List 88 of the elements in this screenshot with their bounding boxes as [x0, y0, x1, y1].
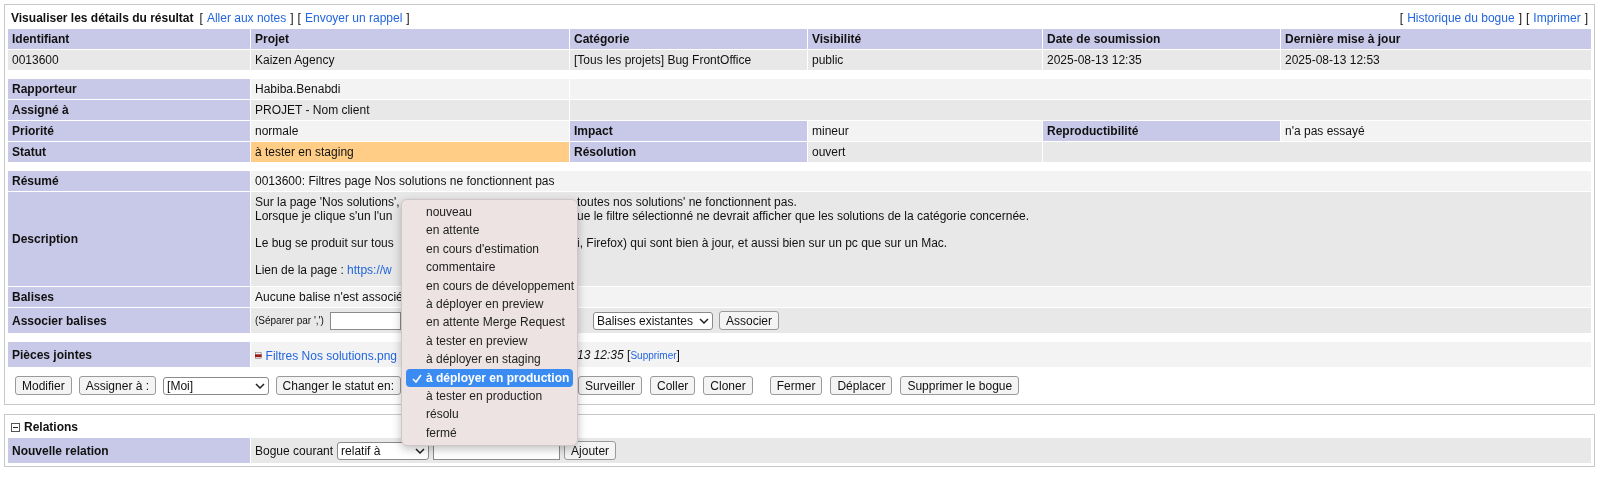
- field-label: Reproductibilité: [1043, 121, 1280, 141]
- menu-option[interactable]: en attente: [406, 221, 573, 240]
- field-label: Impact: [570, 121, 807, 141]
- description-text: Le bug se produit sur tous: [255, 236, 395, 250]
- bracket-text: ]: [1518, 10, 1522, 25]
- associate-button[interactable]: Associer: [719, 311, 779, 330]
- action-button[interactable]: Supprimer le bogue: [900, 376, 1020, 395]
- menu-option[interactable]: résolu: [406, 405, 573, 424]
- bracket-text: [: [297, 10, 301, 25]
- field-label: Priorité: [8, 121, 250, 141]
- menu-option[interactable]: à tester en preview: [406, 331, 573, 351]
- field-label: Pièces jointes: [8, 342, 250, 367]
- menu-option[interactable]: à tester en production: [406, 386, 573, 406]
- field-value: mineur: [808, 121, 1042, 141]
- page-link[interactable]: Envoyer un rappel: [304, 10, 403, 25]
- field-label: Statut: [8, 142, 250, 162]
- action-button[interactable]: Assigner à :: [78, 376, 157, 395]
- page-title: Visualiser les détails du résultat: [11, 10, 194, 25]
- bracket-text: [: [199, 10, 203, 25]
- description-text: toutes nos solutions' ne fonctionnent pas.: [577, 195, 798, 209]
- menu-option[interactable]: fermé: [406, 423, 573, 443]
- attachment-link[interactable]: Filtres Nos solutions.png: [265, 348, 397, 363]
- section-title: Relations: [24, 420, 78, 434]
- field-label: Assigné à: [8, 100, 250, 120]
- table-cell: public: [808, 50, 1042, 70]
- menu-option[interactable]: en attente Merge Request: [406, 313, 573, 332]
- action-button[interactable]: Fermer: [769, 376, 823, 395]
- summary-text: 0013600: Filtres page Nos solutions ne fonctionnent pas: [251, 171, 1591, 191]
- table-cell: 0013600: [8, 50, 250, 70]
- action-button[interactable]: Cloner: [703, 376, 753, 395]
- table-cell: 2025-08-13 12:35: [1043, 50, 1280, 70]
- column-header: Identifiant: [8, 29, 250, 49]
- table-cell: [Tous les projets] Bug FrontOffice: [570, 50, 807, 70]
- field-value: n'a pas essayé: [1281, 121, 1591, 141]
- field-value: normale: [251, 121, 569, 141]
- bracket-text: [: [627, 348, 631, 362]
- bracket-text: ]: [290, 10, 294, 25]
- field-label: Nouvelle relation: [8, 438, 250, 463]
- field-value: à tester en staging: [251, 142, 569, 162]
- column-header: Visibilité: [808, 29, 1042, 49]
- assignee-select[interactable]: [Moi]: [163, 376, 269, 395]
- bracket-text: [: [1399, 10, 1404, 25]
- field-value: ouvert: [808, 142, 1042, 162]
- field-value: PROJET - Nom client: [251, 100, 569, 120]
- bracket-text: ]: [1584, 10, 1588, 25]
- menu-option[interactable]: à déployer en preview: [406, 294, 573, 314]
- field-value: Habiba.Benabdi: [251, 79, 569, 99]
- column-header: Date de soumission: [1043, 29, 1280, 49]
- field-label: Résolution: [570, 142, 807, 162]
- menu-option[interactable]: en cours d'estimation: [406, 239, 573, 259]
- description-text: Lorsque je clique s'un l'un: [255, 209, 394, 223]
- menu-option[interactable]: à déployer en staging: [406, 350, 573, 369]
- description-text: ue le filtre sélectionné ne devrait afficher que les solutions de la catégorie concernée.: [577, 209, 1031, 223]
- action-button[interactable]: Déplacer: [830, 376, 893, 395]
- bracket-text: [: [1525, 10, 1530, 25]
- bracket-text: ]: [676, 348, 680, 362]
- page-link[interactable]: Aller aux notes: [206, 10, 287, 25]
- description-text: Lien de la page :: [255, 263, 344, 277]
- field-label: Balises: [8, 287, 250, 307]
- relation-select[interactable]: relatif à: [337, 441, 430, 460]
- menu-option[interactable]: commentaire: [406, 258, 573, 277]
- field-label: Rapporteur: [8, 79, 250, 99]
- tag-select[interactable]: Balises existantes: [593, 311, 713, 330]
- delete-link[interactable]: Supprimer: [630, 348, 677, 362]
- menu-option[interactable]: nouveau: [406, 203, 573, 222]
- field-label: Description: [8, 192, 250, 286]
- action-button[interactable]: Modifier: [15, 376, 72, 395]
- add-button[interactable]: Ajouter: [564, 441, 617, 460]
- action-button[interactable]: Changer le statut en:: [275, 376, 401, 395]
- column-header: Catégorie: [570, 29, 807, 49]
- table-cell: 2025-08-13 12:53: [1281, 50, 1591, 70]
- page-link[interactable]: https://w: [347, 263, 392, 277]
- action-button[interactable]: Surveiller: [578, 376, 642, 395]
- description-text: Sur la page 'Nos solutions',: [255, 195, 397, 209]
- attachment-date: 13 12:35: [577, 348, 624, 362]
- field-label: Associer balises: [8, 308, 250, 333]
- field-label: Résumé: [8, 171, 250, 191]
- table-cell: Kaizen Agency: [251, 50, 569, 70]
- description-text: i, Firefox) qui sont bien à jour, et aussi bien sur un pc que sur un Mac.: [577, 236, 949, 250]
- relation-text: Bogue courant: [255, 443, 334, 458]
- action-button[interactable]: Coller: [650, 376, 696, 395]
- column-header: Dernière mise à jour: [1281, 29, 1591, 49]
- hint-text: (Séparer par ','): [255, 315, 324, 326]
- page-link[interactable]: Imprimer: [1533, 10, 1581, 25]
- column-header: Projet: [251, 29, 569, 49]
- menu-option[interactable]: en cours de développement: [406, 276, 573, 295]
- bracket-text: ]: [406, 10, 410, 25]
- page-link[interactable]: Historique du bogue: [1407, 10, 1515, 25]
